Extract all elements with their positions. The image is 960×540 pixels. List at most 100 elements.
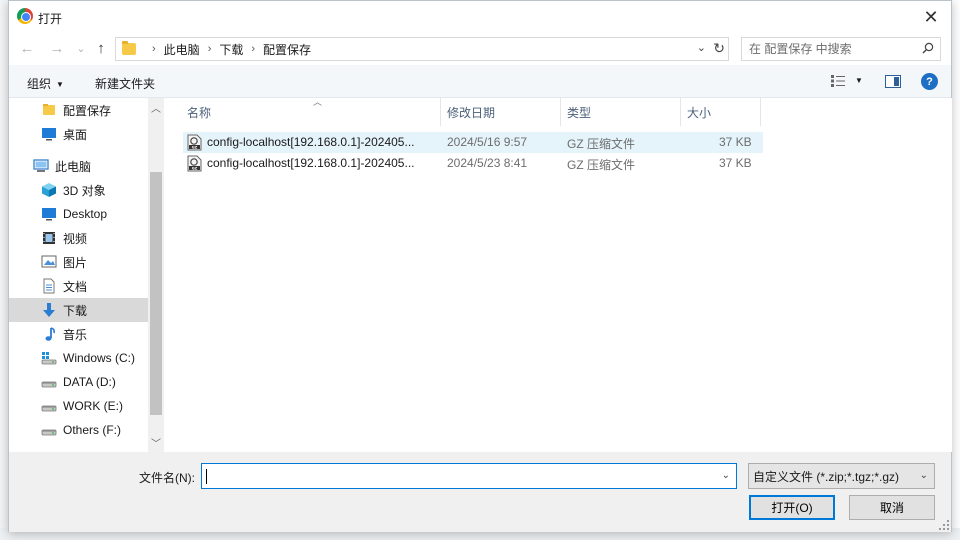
resize-grip-icon[interactable] bbox=[939, 520, 949, 530]
sidebar-item-label: 图片 bbox=[63, 255, 88, 270]
gz-archive-icon: GZ bbox=[187, 134, 202, 151]
sidebar-item-label: 文档 bbox=[63, 279, 88, 294]
file-name: config-localhost[192.168.0.1]-202405... bbox=[207, 156, 415, 170]
column-header-size[interactable]: 大小 bbox=[681, 98, 761, 126]
organize-button[interactable]: 组织 ▼ bbox=[27, 75, 64, 92]
sidebar-item[interactable]: 3D 对象 bbox=[9, 178, 148, 202]
preview-pane-icon[interactable] bbox=[885, 75, 901, 88]
open-button[interactable]: 打开(O) bbox=[749, 495, 835, 520]
video-icon bbox=[41, 230, 57, 246]
view-options-icon[interactable] bbox=[831, 75, 845, 87]
filename-combobox[interactable]: ⌄ bbox=[201, 463, 737, 489]
drive-icon bbox=[41, 422, 57, 438]
file-modified: 2024/5/23 8:41 bbox=[447, 156, 528, 170]
search-box[interactable] bbox=[741, 37, 941, 61]
sidebar-item-label: 桌面 bbox=[63, 127, 88, 142]
address-dropdown-icon[interactable]: ⌄ bbox=[697, 41, 706, 54]
sidebar-item-label: 音乐 bbox=[63, 327, 88, 342]
3d-objects-icon bbox=[41, 182, 57, 198]
drive-icon bbox=[41, 374, 57, 390]
file-modified: 2024/5/16 9:57 bbox=[447, 135, 528, 149]
back-arrow-icon[interactable]: ← bbox=[17, 38, 37, 58]
file-type-filter[interactable]: 自定义文件 (*.zip;*.tgz;*.gz) ⌄ bbox=[748, 463, 935, 489]
navigation-bar: ← → ⌄ ↑ › 此电脑 › 下载 › 配置保存 ⌄ ↻ bbox=[9, 33, 951, 63]
desktop-icon bbox=[41, 126, 57, 142]
search-icon bbox=[922, 42, 934, 54]
close-button[interactable]: ✕ bbox=[911, 1, 951, 33]
command-toolbar: 组织 ▼ 新建文件夹 ▼ ? bbox=[9, 65, 951, 98]
filter-dropdown-icon: ⌄ bbox=[919, 470, 928, 481]
sidebar-item-label: 视频 bbox=[63, 231, 88, 246]
column-header-type[interactable]: 类型 bbox=[561, 98, 681, 126]
svg-text:GZ: GZ bbox=[192, 145, 198, 149]
sidebar-item[interactable]: Desktop bbox=[9, 202, 148, 226]
breadcrumb-separator: › bbox=[207, 43, 212, 55]
sidebar-item-label: Windows (C:) bbox=[63, 351, 136, 365]
sidebar-item[interactable]: WORK (E:) bbox=[9, 394, 148, 418]
sidebar-item-label: Others (F:) bbox=[63, 423, 122, 437]
organize-label: 组织 bbox=[27, 77, 52, 91]
sidebar-item[interactable]: DATA (D:) bbox=[9, 370, 148, 394]
cancel-button[interactable]: 取消 bbox=[849, 495, 935, 520]
sidebar-item-label: Desktop bbox=[63, 207, 108, 221]
file-row[interactable]: GZ config-localhost[192.168.0.1]-202405..… bbox=[183, 153, 763, 174]
file-name: config-localhost[192.168.0.1]-202405... bbox=[207, 135, 415, 149]
caret-down-icon: ▼ bbox=[56, 80, 64, 89]
sidebar-item[interactable]: Windows (C:) bbox=[9, 346, 148, 370]
view-caret-icon[interactable]: ▼ bbox=[855, 76, 863, 85]
nav-scrollbar[interactable]: ︿ ﹀ bbox=[148, 98, 164, 452]
sidebar-item[interactable]: 配置保存 bbox=[9, 98, 148, 122]
breadcrumb-config-save[interactable]: 配置保存 bbox=[263, 41, 311, 58]
breadcrumb-this-pc[interactable]: 此电脑 bbox=[164, 41, 200, 58]
forward-arrow-icon[interactable]: → bbox=[47, 38, 67, 58]
breadcrumb-downloads[interactable]: 下载 bbox=[219, 41, 243, 58]
sidebar-item[interactable]: 视频 bbox=[9, 226, 148, 250]
filename-dropdown-icon[interactable]: ⌄ bbox=[722, 470, 730, 481]
documents-icon bbox=[41, 278, 57, 294]
up-arrow-icon[interactable]: ↑ bbox=[91, 38, 111, 58]
filename-input[interactable] bbox=[205, 467, 705, 485]
file-type: GZ 压缩文件 bbox=[567, 158, 635, 172]
folder-icon bbox=[41, 102, 57, 118]
breadcrumb-separator: › bbox=[152, 43, 156, 55]
file-type-filter-value: 自定义文件 (*.zip;*.tgz;*.gz) bbox=[753, 469, 900, 484]
sidebar-item-label: DATA (D:) bbox=[63, 375, 116, 389]
downloads-icon bbox=[41, 302, 57, 318]
sidebar-item[interactable]: 桌面 bbox=[9, 122, 148, 146]
sidebar-item[interactable]: 音乐 bbox=[9, 322, 148, 346]
help-icon[interactable]: ? bbox=[921, 73, 938, 90]
sidebar-item-label: 配置保存 bbox=[63, 103, 112, 118]
new-folder-button[interactable]: 新建文件夹 bbox=[95, 75, 155, 92]
file-row[interactable]: GZ config-localhost[192.168.0.1]-202405..… bbox=[183, 132, 763, 153]
file-size: 37 KB bbox=[719, 156, 752, 170]
file-size: 37 KB bbox=[719, 135, 752, 149]
folder-icon bbox=[122, 41, 136, 55]
music-icon bbox=[41, 326, 57, 342]
column-header-name[interactable]: 名称 bbox=[181, 98, 441, 126]
address-bar[interactable]: › 此电脑 › 下载 › 配置保存 ⌄ ↻ bbox=[115, 37, 729, 61]
scroll-down-icon[interactable]: ﹀ bbox=[151, 435, 161, 450]
chrome-app-icon bbox=[17, 8, 33, 24]
scroll-up-icon[interactable]: ︿ bbox=[151, 100, 161, 115]
column-header-modified[interactable]: 修改日期 bbox=[441, 98, 561, 126]
dialog-title: 打开 bbox=[38, 12, 63, 26]
navigation-pane: 配置保存桌面此电脑 3D 对象 Desktop 视频图片文档下载音乐 Windows (… bbox=[9, 98, 164, 452]
search-input[interactable] bbox=[749, 42, 909, 56]
windows-drive-icon bbox=[41, 350, 57, 366]
filename-label: 文件名(N): bbox=[139, 471, 195, 485]
desktop-icon bbox=[41, 206, 57, 222]
sidebar-item-label: 下载 bbox=[63, 303, 88, 318]
gz-archive-icon: GZ bbox=[187, 155, 202, 172]
sidebar-item[interactable]: 文档 bbox=[9, 274, 148, 298]
sidebar-item[interactable]: 图片 bbox=[9, 250, 148, 274]
refresh-icon[interactable]: ↻ bbox=[713, 40, 725, 57]
sidebar-item[interactable]: 下载 bbox=[9, 298, 148, 322]
open-file-dialog: 打开 ✕ ← → ⌄ ↑ › 此电脑 › 下载 › 配置保存 ⌄ ↻ 在 配置保… bbox=[8, 0, 952, 532]
drive-icon bbox=[41, 398, 57, 414]
title-bar: 打开 ✕ bbox=[9, 1, 951, 33]
computer-icon bbox=[33, 158, 49, 174]
scroll-thumb[interactable] bbox=[150, 172, 162, 415]
recent-locations-icon[interactable]: ⌄ bbox=[71, 38, 91, 58]
sidebar-item[interactable]: 此电脑 bbox=[9, 154, 148, 178]
sidebar-item[interactable]: Others (F:) bbox=[9, 418, 148, 442]
